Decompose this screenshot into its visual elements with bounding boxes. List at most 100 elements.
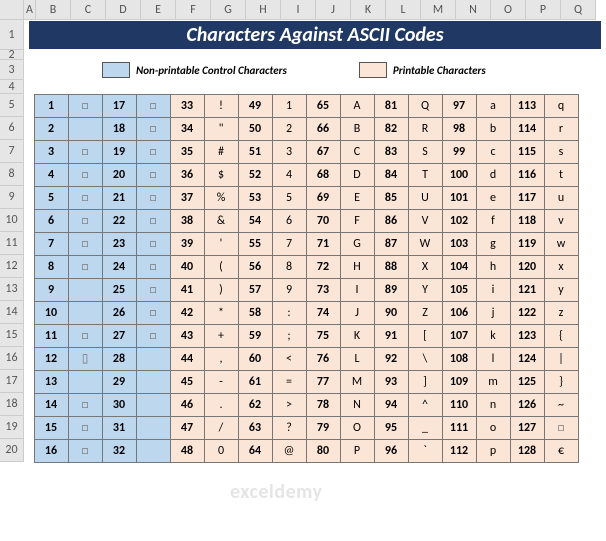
ascii-char-cell[interactable]: X (408, 255, 443, 279)
ascii-char-cell[interactable]: J (340, 301, 375, 325)
ascii-code-cell[interactable]: 81 (374, 94, 409, 118)
row-header[interactable]: 16 (0, 347, 24, 370)
ascii-char-cell[interactable]: □ (136, 255, 171, 279)
ascii-code-cell[interactable]: 40 (170, 255, 205, 279)
ascii-char-cell[interactable]: D (340, 163, 375, 187)
ascii-char-cell[interactable]: □ (68, 140, 103, 164)
ascii-code-cell[interactable]: 72 (306, 255, 341, 279)
row-header[interactable]: 11 (0, 232, 24, 255)
row-header[interactable]: 5 (0, 94, 24, 117)
ascii-char-cell[interactable]: □ (68, 255, 103, 279)
ascii-char-cell[interactable]: : (272, 301, 307, 325)
ascii-code-cell[interactable]: 112 (442, 439, 477, 463)
ascii-char-cell[interactable]: } (544, 370, 579, 394)
ascii-code-cell[interactable]: 59 (238, 324, 273, 348)
ascii-char-cell[interactable]: ~ (544, 393, 579, 417)
ascii-char-cell[interactable] (136, 439, 171, 463)
ascii-char-cell[interactable]: y (544, 278, 579, 302)
ascii-code-cell[interactable]: 119 (510, 232, 545, 256)
ascii-code-cell[interactable]: 49 (238, 94, 273, 118)
ascii-char-cell[interactable] (68, 278, 103, 302)
ascii-char-cell[interactable]: S (408, 140, 443, 164)
ascii-code-cell[interactable]: 102 (442, 209, 477, 233)
ascii-code-cell[interactable]: 47 (170, 416, 205, 440)
ascii-code-cell[interactable]: 10 (34, 301, 69, 325)
ascii-code-cell[interactable]: 88 (374, 255, 409, 279)
ascii-char-cell[interactable] (136, 370, 171, 394)
ascii-char-cell[interactable]: t (544, 163, 579, 187)
ascii-char-cell[interactable]: ^ (408, 393, 443, 417)
ascii-char-cell[interactable]: k (476, 324, 511, 348)
ascii-char-cell[interactable]: I (340, 278, 375, 302)
ascii-code-cell[interactable]: 57 (238, 278, 273, 302)
ascii-char-cell[interactable]: h (476, 255, 511, 279)
ascii-char-cell[interactable]: □ (136, 232, 171, 256)
ascii-char-cell[interactable]: B (340, 117, 375, 141)
row-header[interactable]: 4 (0, 80, 24, 94)
ascii-code-cell[interactable]: 11 (34, 324, 69, 348)
ascii-code-cell[interactable]: 35 (170, 140, 205, 164)
ascii-char-cell[interactable]: H (340, 255, 375, 279)
ascii-char-cell[interactable]: o (476, 416, 511, 440)
ascii-char-cell[interactable] (136, 416, 171, 440)
row-header[interactable]: 7 (0, 140, 24, 163)
ascii-code-cell[interactable]: 12 (34, 347, 69, 371)
ascii-char-cell[interactable]: C (340, 140, 375, 164)
ascii-code-cell[interactable]: 82 (374, 117, 409, 141)
ascii-char-cell[interactable]: □ (68, 439, 103, 463)
ascii-char-cell[interactable]: > (272, 393, 307, 417)
ascii-code-cell[interactable]: 100 (442, 163, 477, 187)
column-header[interactable]: I (281, 0, 316, 20)
ascii-code-cell[interactable]: 6 (34, 209, 69, 233)
ascii-char-cell[interactable]: = (272, 370, 307, 394)
ascii-char-cell[interactable]: 4 (272, 163, 307, 187)
row-header[interactable]: 9 (0, 186, 24, 209)
row-header[interactable]: 8 (0, 163, 24, 186)
ascii-char-cell[interactable]: $ (204, 163, 239, 187)
column-header[interactable]: J (316, 0, 351, 20)
ascii-char-cell[interactable]: □ (136, 163, 171, 187)
ascii-code-cell[interactable]: 5 (34, 186, 69, 210)
ascii-char-cell[interactable]: r (544, 117, 579, 141)
ascii-char-cell[interactable]: □ (136, 209, 171, 233)
ascii-char-cell[interactable]: l (476, 347, 511, 371)
ascii-code-cell[interactable]: 14 (34, 393, 69, 417)
row-header[interactable]: 20 (0, 439, 24, 462)
ascii-code-cell[interactable]: 13 (34, 370, 69, 394)
ascii-char-cell[interactable]: n (476, 393, 511, 417)
ascii-char-cell[interactable]: □ (68, 186, 103, 210)
ascii-char-cell[interactable]: p (476, 439, 511, 463)
ascii-char-cell[interactable]: □ (136, 278, 171, 302)
ascii-char-cell[interactable]: ? (272, 416, 307, 440)
ascii-code-cell[interactable]: 51 (238, 140, 273, 164)
ascii-char-cell[interactable]: / (204, 416, 239, 440)
ascii-code-cell[interactable]: 1 (34, 94, 69, 118)
ascii-char-cell[interactable]: □ (544, 416, 579, 440)
ascii-char-cell[interactable]: b (476, 117, 511, 141)
ascii-code-cell[interactable]: 117 (510, 186, 545, 210)
ascii-code-cell[interactable]: 61 (238, 370, 273, 394)
column-header[interactable]: L (386, 0, 421, 20)
ascii-char-cell[interactable]: e (476, 186, 511, 210)
column-header[interactable]: G (211, 0, 246, 20)
column-header[interactable]: C (71, 0, 106, 20)
ascii-char-cell[interactable]: [ (408, 324, 443, 348)
ascii-code-cell[interactable]: 53 (238, 186, 273, 210)
ascii-char-cell[interactable]: { (544, 324, 579, 348)
column-header[interactable]: O (491, 0, 526, 20)
ascii-char-cell[interactable]: ] (408, 370, 443, 394)
ascii-code-cell[interactable]: 4 (34, 163, 69, 187)
ascii-char-cell[interactable]: w (544, 232, 579, 256)
ascii-code-cell[interactable]: 44 (170, 347, 205, 371)
ascii-code-cell[interactable]: 118 (510, 209, 545, 233)
ascii-code-cell[interactable]: 55 (238, 232, 273, 256)
ascii-code-cell[interactable]: 62 (238, 393, 273, 417)
ascii-char-cell[interactable]: g (476, 232, 511, 256)
ascii-char-cell[interactable]: % (204, 186, 239, 210)
ascii-code-cell[interactable]: 63 (238, 416, 273, 440)
ascii-code-cell[interactable]: 8 (34, 255, 69, 279)
ascii-code-cell[interactable]: 128 (510, 439, 545, 463)
ascii-char-cell[interactable]: G (340, 232, 375, 256)
ascii-char-cell[interactable]: v (544, 209, 579, 233)
ascii-char-cell[interactable]: Y (408, 278, 443, 302)
